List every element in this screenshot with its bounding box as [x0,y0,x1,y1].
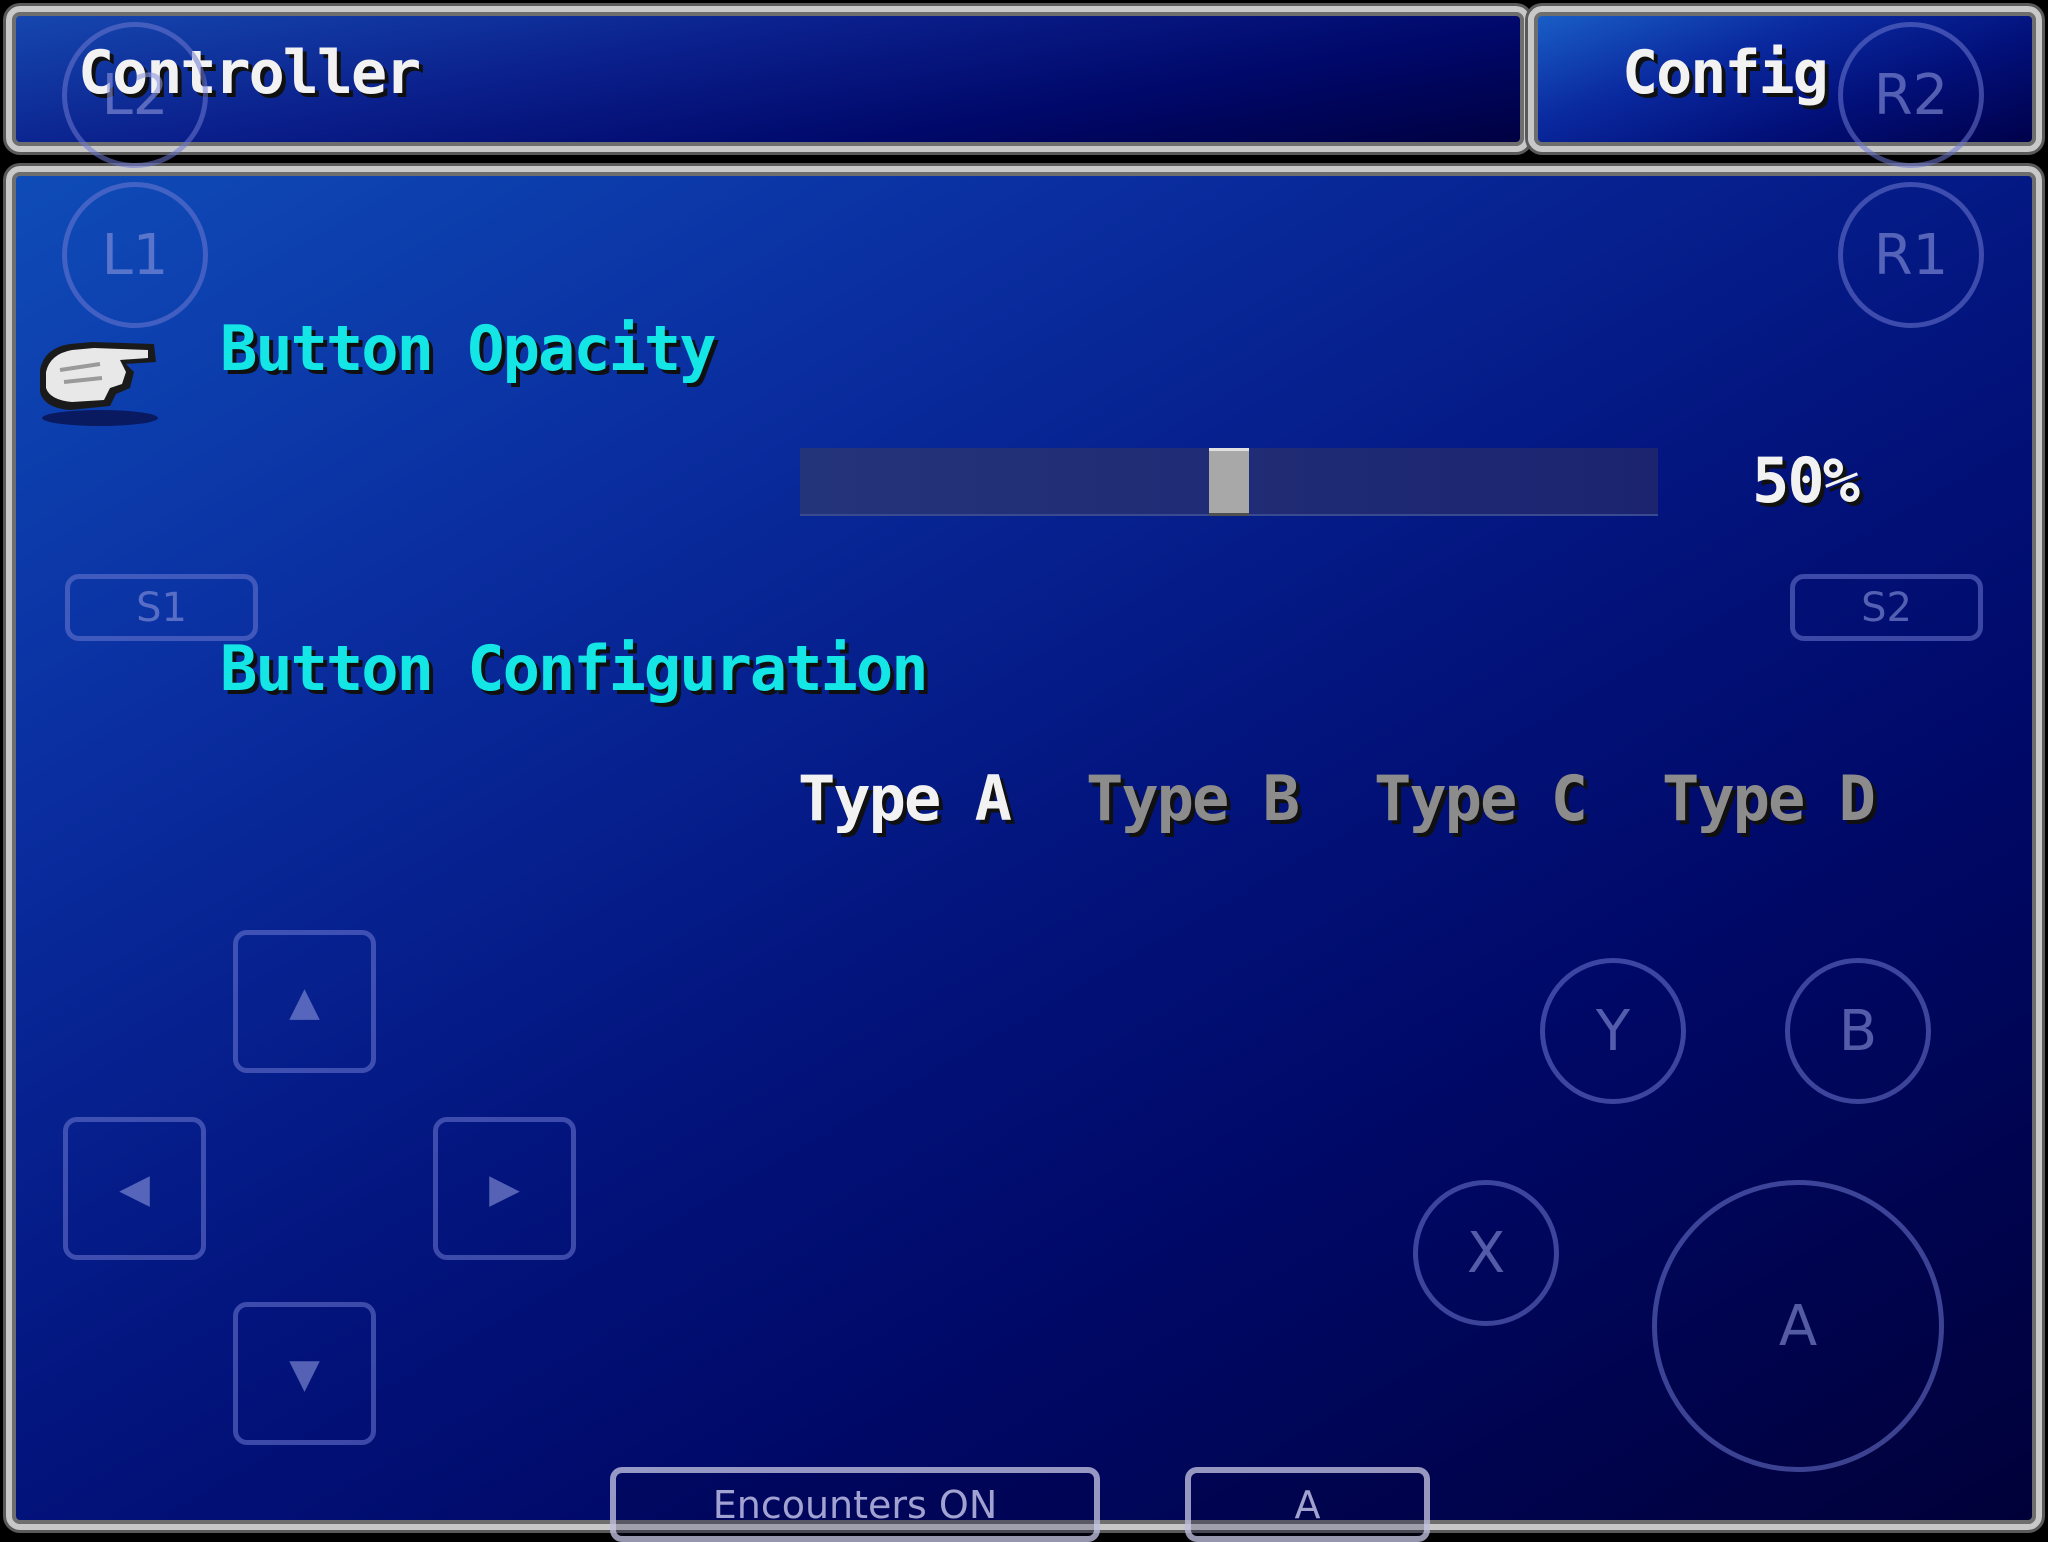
dpad-up-button[interactable]: ▲ [233,930,376,1073]
button-configuration-label[interactable]: Button Configuration [220,632,929,705]
button-opacity-label[interactable]: Button Opacity [220,312,717,385]
b-button[interactable]: B [1785,958,1931,1104]
config-option-type-d[interactable]: Type D [1662,762,1876,835]
dpad-right-button[interactable]: ▶ [433,1117,576,1260]
y-button[interactable]: Y [1540,958,1686,1104]
config-option-type-c[interactable]: Type C [1374,762,1588,835]
arrow-right-icon: ▶ [489,1165,520,1212]
config-option-type-a[interactable]: Type A [798,762,1012,835]
encounters-toggle-button[interactable]: Encounters ON [610,1467,1100,1542]
l2-button[interactable]: L2 [62,22,208,168]
arrow-down-icon: ▼ [289,1350,320,1397]
s2-button[interactable]: S2 [1790,574,1983,641]
arrow-left-icon: ◀ [119,1165,150,1212]
s1-button[interactable]: S1 [65,574,258,641]
x-button[interactable]: X [1413,1180,1559,1326]
dpad-left-button[interactable]: ◀ [63,1117,206,1260]
l1-button[interactable]: L1 [62,182,208,328]
r1-button[interactable]: R1 [1838,182,1984,328]
opacity-slider[interactable] [800,448,1658,516]
r2-button[interactable]: R2 [1838,22,1984,168]
pointing-hand-icon [40,342,158,426]
tab-config[interactable]: Config [1622,38,1829,108]
dpad-down-button[interactable]: ▼ [233,1302,376,1445]
opacity-slider-thumb[interactable] [1209,448,1249,516]
arrow-up-icon: ▲ [289,978,320,1025]
config-option-type-b[interactable]: Type B [1086,762,1300,835]
opacity-value: 50% [1752,444,1860,517]
bottom-a-button[interactable]: A [1185,1467,1430,1542]
a-button[interactable]: A [1652,1180,1944,1472]
